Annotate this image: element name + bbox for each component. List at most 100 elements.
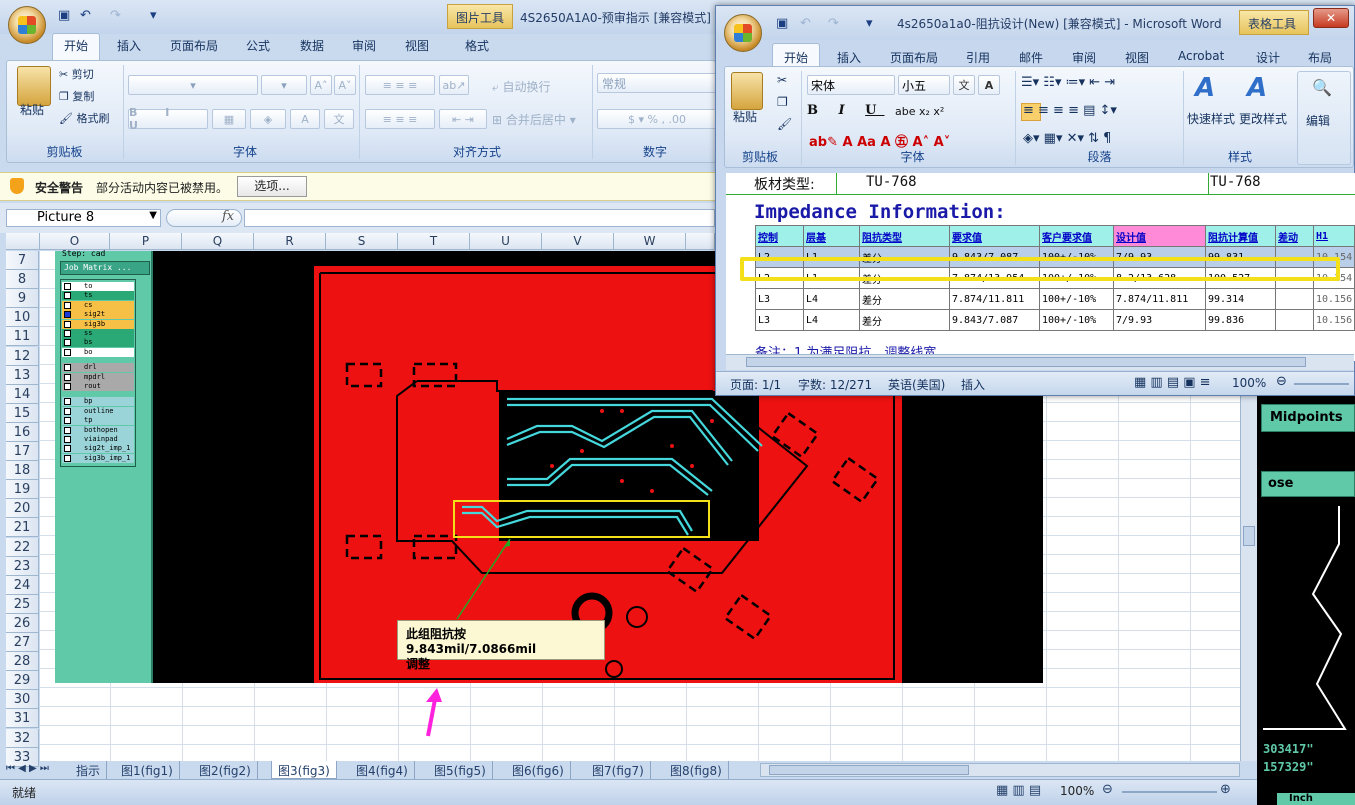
table-cell[interactable]: L4 [803,309,860,331]
tab-view[interactable]: 视图 [405,37,429,54]
row-header[interactable]: 28 [6,652,39,672]
row-header[interactable]: 16 [6,422,39,442]
row-header[interactable]: 29 [6,671,39,691]
column-header[interactable]: R [254,233,326,250]
word-scroll-thumb[interactable] [746,357,1306,367]
word-font-combo[interactable]: 宋体 [807,75,895,95]
word-list-icons[interactable]: ☰▾ ☷▾ ≔▾ ⇤ ⇥ [1021,75,1115,90]
row-header[interactable]: 7 [6,251,39,270]
column-header[interactable]: P [110,233,182,250]
row-header[interactable]: 10 [6,308,39,328]
table-cell[interactable] [1275,288,1314,310]
row-header[interactable]: 25 [6,594,39,614]
cut-button[interactable]: ✂ 剪切 [59,66,94,82]
formula-input[interactable] [244,209,715,227]
column-header[interactable]: O [40,233,110,250]
tab-format[interactable]: 格式 [465,37,489,54]
row-header[interactable]: 20 [6,499,39,519]
copy-button[interactable]: ❐ 复制 [59,88,94,104]
grow-font-icon[interactable]: A˄ [310,75,332,95]
row-header[interactable]: 22 [6,537,39,557]
sheet-tab[interactable]: 图6(fig6) [506,761,571,779]
row-header[interactable]: 12 [6,346,39,366]
table-cell[interactable]: 差分 [859,309,950,331]
row-header[interactable]: 27 [6,633,39,652]
font-size-combo[interactable]: ▾ [261,75,307,95]
font-name-combo[interactable]: ▾ [128,75,258,95]
bold-italic-underline-buttons[interactable]: B I U [128,106,208,132]
wrap-text-button[interactable]: ⤶ 自动换行 [492,78,551,95]
office-button[interactable] [8,6,46,44]
paste-icon[interactable] [17,66,51,106]
row-header[interactable]: 18 [6,461,39,481]
table-cell[interactable]: L3 [755,288,804,310]
row-header[interactable]: 26 [6,613,39,633]
zoom-in-icon[interactable]: ⊕ [1220,782,1231,797]
word-paste-icon[interactable] [731,72,763,110]
binoculars-icon[interactable]: 🔍 [1312,78,1332,97]
word-cut-icon[interactable]: ✂ [777,73,787,87]
row-header[interactable]: 32 [6,728,39,748]
word-zoom-out-icon[interactable]: ⊖ [1276,374,1287,389]
sheet-tab[interactable]: 图8(fig8) [664,761,729,779]
row-header[interactable]: 15 [6,403,39,423]
row-header[interactable]: 24 [6,575,39,595]
table-cell[interactable]: 100+/-10% [1039,309,1114,331]
shrink-font-icon[interactable]: A˅ [334,75,356,95]
redo-icon[interactable]: ↷ [110,8,121,23]
word-zoom-level[interactable]: 100% [1232,376,1266,390]
sheet-tab[interactable]: 图2(fig2) [193,761,258,779]
horizontal-scrollbar[interactable] [760,763,1240,777]
word-document[interactable]: 板材类型: TU-768 TU-768 Impedance Informatio… [726,173,1355,361]
word-paste-button[interactable]: 粘贴 [733,108,757,125]
format-painter-button[interactable]: 🖌 格式刷 [59,110,109,126]
table-cell[interactable]: L4 [803,288,860,310]
word-shading-border-icons[interactable]: ◈▾ ▦▾ ✕▾ ⇅ ¶ [1023,131,1111,146]
phonetic-icon[interactable]: 文 [324,109,354,129]
tab-data[interactable]: 数据 [300,37,324,54]
change-styles-icon[interactable]: A [1247,73,1267,103]
column-header[interactable]: S [326,233,398,250]
tab-home[interactable]: 开始 [64,37,88,54]
word-tab-mailings[interactable]: 邮件 [1019,49,1043,66]
word-strike-sub-sup-icons[interactable]: abe x₂ x² [895,105,944,118]
row-header[interactable]: 23 [6,556,39,576]
table-cell[interactable]: 10.156 [1312,288,1355,310]
column-header[interactable]: Q [182,233,254,250]
table-cell[interactable]: 差分 [859,288,950,310]
word-format-painter-icon[interactable]: 🖌 [777,117,792,131]
table-cell[interactable]: 7.874/11.811 [1113,288,1206,310]
row-header[interactable]: 21 [6,518,39,538]
customize-qat-icon[interactable]: ▾ [150,8,157,23]
save-icon[interactable]: ▣ [58,8,70,23]
table-cell[interactable] [1275,309,1314,331]
row-header[interactable]: 8 [6,270,39,290]
row-header[interactable]: 14 [6,384,39,404]
word-tab-acrobat[interactable]: Acrobat [1178,49,1224,63]
quick-styles-icon[interactable]: A [1195,73,1215,103]
table-cell[interactable]: 7/9.93 [1113,309,1206,331]
sheet-tab[interactable]: 图4(fig4) [350,761,415,779]
tab-page-layout[interactable]: 页面布局 [170,37,218,54]
word-tab-review[interactable]: 审阅 [1072,49,1096,66]
column-header[interactable]: W [614,233,686,250]
insert-function-icon[interactable]: fx [222,209,234,224]
fill-color-icon[interactable]: ◈ [250,109,286,129]
sheet-nav-buttons[interactable]: ⏮ ◀ ▶ ⏭ [6,761,68,779]
word-horizontal-scrollbar[interactable] [726,354,1354,370]
zoom-out-icon[interactable]: ⊖ [1102,782,1113,797]
word-tab-layout[interactable]: 布局 [1308,49,1332,66]
close-window-icon[interactable]: ✕ [1313,8,1349,28]
border-icon[interactable]: ▦ [212,109,246,129]
midpoints-button[interactable]: Midpoints [1261,404,1355,432]
row-header[interactable]: 31 [6,709,39,729]
number-format-icons[interactable]: $ ▾ % , .00 [597,109,717,129]
close-button[interactable]: ose [1261,471,1355,497]
horizontal-scroll-thumb[interactable] [769,765,969,775]
font-color-icon[interactable]: A [290,109,320,129]
table-cell[interactable]: 10.156 [1312,309,1355,331]
word-zoom-slider[interactable] [1294,383,1349,385]
vertical-scroll-thumb[interactable] [1243,526,1255,546]
word-insert-mode[interactable]: 插入 [961,376,985,393]
column-header[interactable]: T [398,233,470,250]
